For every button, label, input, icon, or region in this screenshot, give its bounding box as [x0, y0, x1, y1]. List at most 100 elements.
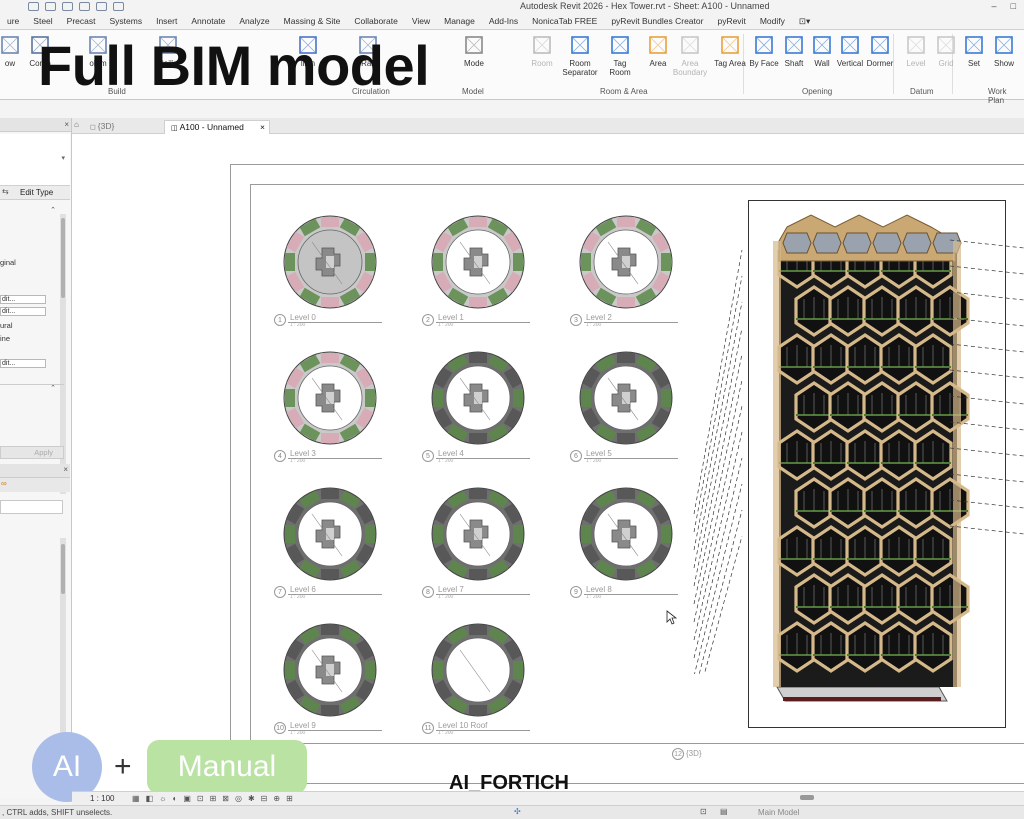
ribbon-button[interactable]: Room Separator: [562, 34, 598, 77]
home-icon[interactable]: ⌂: [74, 120, 79, 129]
ribbon-tab[interactable]: Manage: [437, 16, 482, 26]
ribbon-tab[interactable]: Precast: [60, 16, 103, 26]
tab-sheet-a100[interactable]: ◫ A100 - Unnamed ×: [164, 120, 270, 134]
ribbon-tab[interactable]: pyRevit: [710, 16, 752, 26]
ribbon-button[interactable]: Mode: [456, 34, 492, 68]
ribbon-button[interactable]: Tag Room: [602, 34, 638, 77]
type-selector[interactable]: ▾: [0, 134, 70, 186]
link-icon[interactable]: ∞: [1, 479, 7, 488]
render-icon[interactable]: ▣: [183, 794, 191, 803]
view-title: 1 Level 01 : 200: [274, 313, 384, 328]
ribbon-tab[interactable]: Annotate: [184, 16, 232, 26]
text-icon[interactable]: [79, 2, 90, 11]
ribbon-tab[interactable]: Add-Ins: [482, 16, 525, 26]
minimize-icon[interactable]: –: [992, 1, 997, 11]
close-icon[interactable]: ×: [63, 465, 68, 474]
property-edit-button[interactable]: dit...: [0, 359, 46, 368]
view-tabs-bar: ⌂ ◻ {3D} ◫ A100 - Unnamed ×: [72, 118, 1024, 134]
lock-view-icon[interactable]: ⊠: [222, 794, 229, 803]
status-hint: , CTRL adds, SHIFT unselects.: [2, 808, 113, 817]
ribbon-button-icon: [783, 34, 805, 56]
floor-plan-viewport[interactable]: 2 Level 11 : 200: [422, 214, 540, 328]
floor-plan-viewport[interactable]: 10 Level 91 : 200: [274, 622, 392, 736]
shadows-icon[interactable]: ◐: [172, 794, 177, 803]
temporary-hide-icon[interactable]: ◎: [235, 794, 242, 803]
tab-overflow-icon[interactable]: ⊡▾: [792, 16, 817, 27]
panel-label-work-plane: Work Plan: [988, 87, 1007, 105]
view-scale-label: 1 : 200: [290, 458, 306, 464]
close-icon[interactable]: ×: [64, 120, 69, 129]
property-edit-button[interactable]: dit...: [0, 295, 46, 304]
view-title-label: Level 9: [290, 721, 316, 730]
ribbon-tab[interactable]: Modify: [753, 16, 792, 26]
active-model[interactable]: Main Model: [758, 808, 799, 817]
collapse-icon[interactable]: ⌃: [50, 206, 56, 214]
worksets-icon[interactable]: ▤: [720, 807, 728, 816]
view-title: 2 Level 11 : 200: [422, 313, 532, 328]
chevron-down-icon[interactable]: ▾: [61, 154, 65, 162]
title-bar: Autodesk Revit 2026 - Hex Tower.rvt - Sh…: [0, 0, 1024, 13]
ribbon-tab[interactable]: Steel: [26, 16, 59, 26]
view-title-label: Level 5: [586, 449, 612, 458]
ribbon-button[interactable]: Dormer: [862, 34, 898, 68]
plus-sign: +: [114, 750, 132, 783]
ribbon-button-icon: [753, 34, 775, 56]
sun-path-icon[interactable]: ☼: [159, 794, 166, 803]
ribbon-button[interactable]: Tag Area: [712, 34, 748, 68]
leader-lines: [693, 239, 1024, 674]
floor-plan-viewport[interactable]: 4 Level 31 : 200: [274, 350, 392, 464]
save-icon[interactable]: [28, 2, 39, 11]
view-title: 6 Level 51 : 200: [570, 449, 680, 464]
ribbon-button[interactable]: Area: [640, 34, 676, 68]
floor-plan-viewport[interactable]: 5 Level 41 : 200: [422, 350, 540, 464]
ribbon-tab[interactable]: ure: [0, 16, 26, 26]
undo-icon[interactable]: [45, 2, 56, 11]
ribbon-tab[interactable]: Collaborate: [347, 16, 404, 26]
floor-plan-viewport[interactable]: 7 Level 61 : 200: [274, 486, 392, 600]
quick-access-toolbar: [28, 0, 124, 13]
browser-search-input[interactable]: [0, 500, 63, 514]
ribbon-button-label: Mode: [463, 59, 484, 68]
constraints-icon[interactable]: ⊞: [286, 794, 293, 803]
ribbon-button[interactable]: Show: [986, 34, 1022, 68]
ribbon-tab[interactable]: NonicaTab FREE: [525, 16, 604, 26]
measure-icon[interactable]: [62, 2, 73, 11]
design-options-icon[interactable]: ⊡: [700, 807, 707, 816]
collapse-icon[interactable]: ⌃: [50, 384, 56, 392]
ribbon-tab[interactable]: Systems: [103, 16, 150, 26]
ribbon-tab[interactable]: pyRevit Bundles Creator: [604, 16, 710, 26]
ribbon-tab[interactable]: Insert: [149, 16, 184, 26]
ribbon-button-icon: [839, 34, 861, 56]
edit-type-button[interactable]: Edit Type: [20, 188, 53, 197]
view-title: 5 Level 41 : 200: [422, 449, 532, 464]
detail-level-icon[interactable]: ▦: [132, 794, 140, 803]
view-scale[interactable]: 1 : 100: [90, 794, 114, 803]
drawing-canvas[interactable]: 1 Level 01 : 200 2 Level 11 : 200 3 Level 21 …: [72, 134, 1024, 791]
maximize-icon[interactable]: □: [1011, 1, 1016, 11]
tab-3d-view[interactable]: ◻ {3D}: [84, 120, 120, 134]
show-crop-icon[interactable]: ⊞: [210, 794, 217, 803]
ribbon-button-icon: [719, 34, 741, 56]
visual-style-icon[interactable]: ◧: [146, 794, 154, 803]
property-edit-button[interactable]: dit...: [0, 307, 46, 316]
close-tab-icon[interactable]: ×: [260, 122, 265, 132]
horizontal-scrollbar[interactable]: [800, 795, 814, 800]
ribbon-button[interactable]: Room: [524, 34, 560, 68]
crop-view-icon[interactable]: ⊡: [197, 794, 204, 803]
ribbon-tab[interactable]: Massing & Site: [277, 16, 348, 26]
floor-plan-drawing: [283, 215, 377, 309]
highlight-icon[interactable]: ⊕: [273, 794, 280, 803]
floor-plan-viewport[interactable]: 1 Level 01 : 200: [274, 214, 392, 328]
ribbon-button[interactable]: Area Boundary: [672, 34, 708, 77]
settings-icon[interactable]: [113, 2, 124, 11]
apply-button[interactable]: Apply: [0, 446, 64, 459]
home-icon[interactable]: [96, 2, 107, 11]
floor-plan-viewport[interactable]: 8 Level 71 : 200: [422, 486, 540, 600]
ribbon-tab[interactable]: View: [405, 16, 437, 26]
ribbon-tab[interactable]: Analyze: [232, 16, 276, 26]
reveal-hidden-icon[interactable]: ✱: [248, 794, 255, 803]
floor-plan-viewport[interactable]: 11 Level 10 Roof 1 : 200: [422, 622, 540, 736]
worksharing-icon[interactable]: ✣: [514, 807, 521, 816]
analytical-icon[interactable]: ⊟: [261, 794, 268, 803]
filter-icon[interactable]: ⇆: [2, 187, 9, 196]
